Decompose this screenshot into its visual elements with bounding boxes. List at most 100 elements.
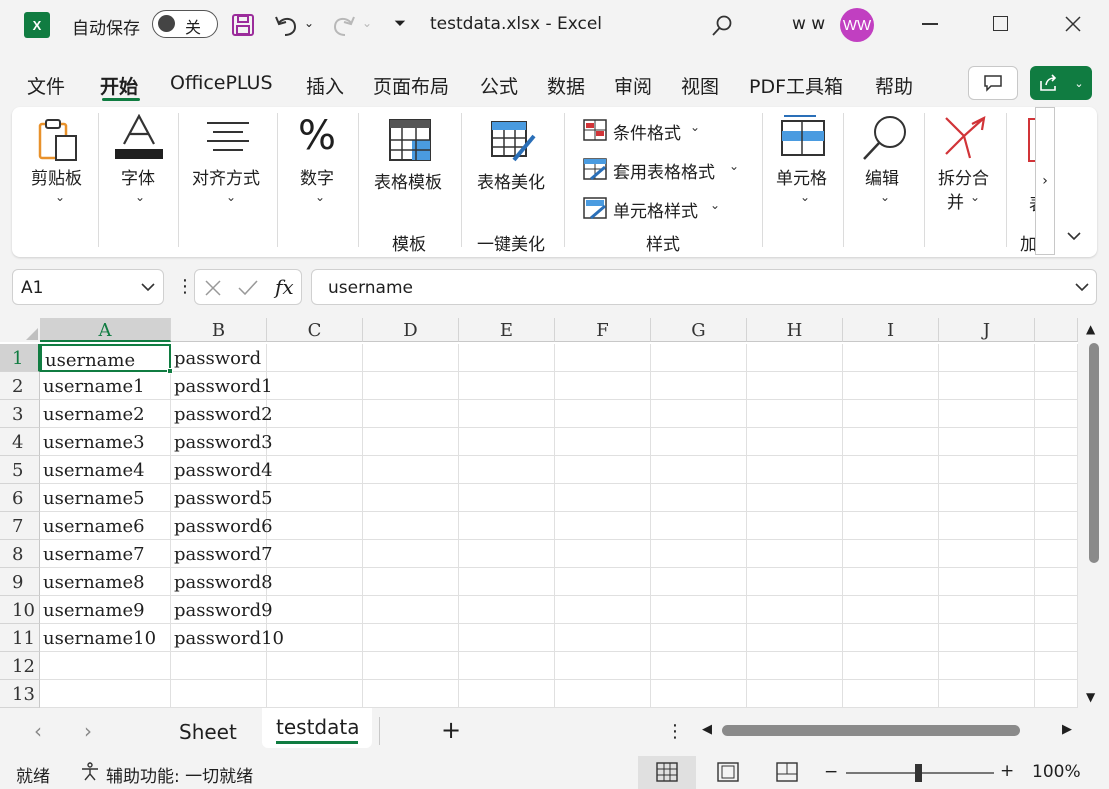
cell-empty[interactable] [843, 540, 939, 568]
cell-password[interactable]: password8 [171, 568, 273, 596]
cell-empty[interactable] [651, 400, 747, 428]
split-merge-icon[interactable] [942, 114, 988, 164]
cell-empty[interactable] [459, 344, 555, 372]
cell-empty[interactable] [459, 484, 555, 512]
tab-data[interactable]: 数据 [547, 72, 585, 99]
zoom-level[interactable]: 100% [1032, 762, 1081, 782]
cell-empty[interactable] [555, 540, 651, 568]
cell-empty[interactable] [555, 568, 651, 596]
cell-empty[interactable] [267, 652, 363, 680]
row-header[interactable]: 5 [0, 456, 40, 484]
column-header-j[interactable]: J [939, 318, 1035, 342]
cells-chevron-icon[interactable]: ⌄ [800, 190, 810, 204]
table-format-chevron-icon[interactable]: ⌄ [729, 159, 739, 173]
table-beautify-label[interactable]: 表格美化 [477, 168, 545, 193]
cell-empty[interactable] [267, 680, 363, 708]
cell-empty[interactable] [651, 540, 747, 568]
cell-empty[interactable] [267, 568, 363, 596]
row-header[interactable]: 1 [0, 344, 40, 372]
cell-password[interactable] [171, 652, 267, 680]
scroll-down-icon[interactable]: ▼ [1086, 690, 1095, 704]
cell-empty[interactable] [651, 344, 747, 372]
cell-empty[interactable] [843, 680, 939, 708]
tab-home[interactable]: 开始 [100, 72, 138, 99]
cell-password[interactable] [171, 680, 267, 708]
cell-empty[interactable] [267, 456, 363, 484]
split-merge-label-2[interactable]: 并 [947, 188, 964, 213]
row-header[interactable]: 9 [0, 568, 40, 596]
clipboard-label[interactable]: 剪贴板 [31, 164, 82, 189]
column-header-e[interactable]: E [459, 318, 555, 342]
cell-empty[interactable] [843, 596, 939, 624]
cell-empty[interactable] [651, 680, 747, 708]
ribbon-collapse-chevron-icon[interactable] [1066, 226, 1082, 245]
sheet-next-icon[interactable]: › [84, 719, 92, 743]
hscroll-right-icon[interactable]: ▶ [1062, 722, 1072, 737]
cell-empty[interactable] [555, 456, 651, 484]
cell-empty[interactable] [363, 652, 459, 680]
minimize-icon[interactable] [922, 23, 938, 25]
cells-label[interactable]: 单元格 [776, 164, 827, 189]
table-format-icon[interactable] [583, 158, 607, 184]
cell-empty[interactable] [747, 456, 843, 484]
cell-empty[interactable] [747, 484, 843, 512]
cell-empty[interactable] [939, 568, 1035, 596]
cell-password[interactable]: password6 [171, 512, 273, 540]
redo-dropdown-chevron-icon[interactable]: ⌄ [362, 16, 372, 30]
cell-username[interactable]: username10 [40, 624, 171, 652]
font-icon[interactable] [114, 113, 164, 166]
cell-style-icon[interactable] [583, 197, 607, 223]
column-header-c[interactable]: C [267, 318, 363, 342]
edit-search-icon[interactable] [860, 114, 910, 166]
clipboard-icon[interactable] [36, 116, 84, 168]
avatar[interactable]: WW [840, 8, 874, 42]
cell-empty[interactable] [843, 652, 939, 680]
cell-username[interactable]: username1 [40, 372, 171, 400]
undo-icon[interactable] [272, 12, 300, 38]
row-header[interactable]: 2 [0, 372, 40, 400]
column-header-g[interactable]: G [651, 318, 747, 342]
cell-empty[interactable] [651, 484, 747, 512]
cell-empty[interactable] [267, 484, 363, 512]
font-label[interactable]: 字体 [121, 164, 155, 189]
hscroll-left-icon[interactable]: ◀ [702, 722, 712, 737]
row-header[interactable]: 3 [0, 400, 40, 428]
cell-empty[interactable] [555, 484, 651, 512]
font-chevron-icon[interactable]: ⌄ [135, 190, 145, 204]
cell-password[interactable]: password5 [171, 484, 273, 512]
zoom-slider-knob[interactable] [915, 764, 922, 782]
row-header[interactable]: 6 [0, 484, 40, 512]
cell-empty[interactable] [555, 400, 651, 428]
conditional-format-label[interactable]: 条件格式 [613, 119, 681, 144]
name-box[interactable]: A1 [12, 269, 164, 305]
column-header-b[interactable]: B [171, 318, 267, 342]
horizontal-scroll-thumb[interactable] [722, 725, 1020, 736]
cell-empty[interactable] [939, 652, 1035, 680]
cell-empty[interactable] [363, 400, 459, 428]
cell-empty[interactable] [555, 512, 651, 540]
search-icon[interactable] [708, 12, 736, 40]
cell-empty[interactable] [459, 540, 555, 568]
cell-username[interactable] [40, 680, 171, 708]
cell-empty[interactable] [459, 372, 555, 400]
table-template-icon[interactable] [388, 118, 432, 166]
cell-empty[interactable] [1035, 540, 1078, 568]
cell-empty[interactable] [939, 680, 1035, 708]
align-label[interactable]: 对齐方式 [192, 164, 260, 189]
cell-password[interactable]: password9 [171, 596, 273, 624]
column-header-d[interactable]: D [363, 318, 459, 342]
percent-icon[interactable]: % [298, 116, 336, 156]
cell-empty[interactable] [1035, 484, 1078, 512]
cell-empty[interactable] [459, 456, 555, 484]
sheet-tab-sheet[interactable]: Sheet [179, 720, 237, 744]
cell-empty[interactable] [459, 428, 555, 456]
column-header-h[interactable]: H [747, 318, 843, 342]
cell-username[interactable]: username9 [40, 596, 171, 624]
cell-empty[interactable] [363, 568, 459, 596]
cell-empty[interactable] [843, 372, 939, 400]
cell-empty[interactable] [555, 372, 651, 400]
cell-username[interactable]: username [40, 344, 171, 372]
cell-username[interactable]: username3 [40, 428, 171, 456]
cell-password[interactable]: password2 [171, 400, 273, 428]
cell-empty[interactable] [267, 624, 363, 652]
